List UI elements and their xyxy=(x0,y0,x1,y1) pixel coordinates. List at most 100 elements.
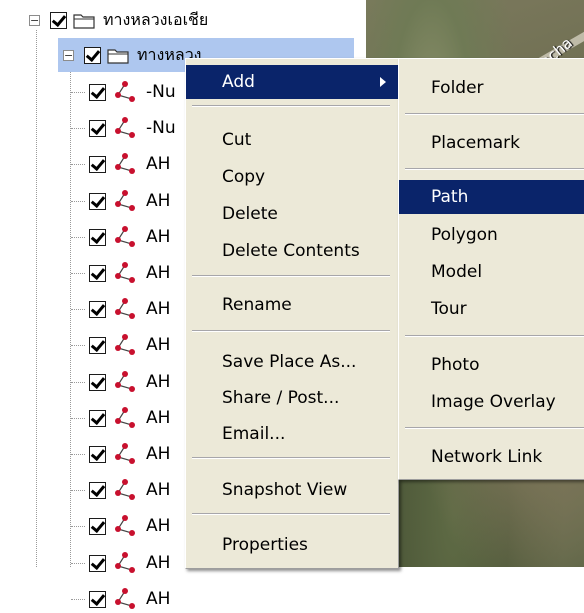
tree-row-path-item[interactable]: -Nu xyxy=(89,114,176,142)
tree-item-label: AH xyxy=(146,299,171,319)
tree-guide-line xyxy=(71,128,85,129)
menu-item-properties[interactable]: Properties xyxy=(186,528,398,562)
tree-row-path-item[interactable]: AH xyxy=(89,223,170,251)
path-icon xyxy=(115,443,135,464)
tree-guide-line xyxy=(71,382,85,383)
tree-guide-line xyxy=(71,237,85,238)
checkbox-checked-icon[interactable] xyxy=(89,409,106,427)
menu-item-cut[interactable]: Cut xyxy=(186,123,398,157)
tree-item-label: AH xyxy=(146,444,171,464)
submenu-item-network-link[interactable]: Network Link xyxy=(399,440,584,474)
tree-row-path-item[interactable]: AH xyxy=(89,512,170,540)
menu-separator xyxy=(405,113,584,115)
context-menu[interactable]: Add Cut Copy Delete Delete Contents Rena… xyxy=(185,58,399,569)
checkbox-checked-icon[interactable] xyxy=(89,481,106,499)
tree-item-label: AH xyxy=(146,335,171,355)
menu-item-copy[interactable]: Copy xyxy=(186,160,398,194)
checkbox-checked-icon[interactable] xyxy=(89,228,106,246)
path-icon xyxy=(115,334,135,355)
menu-separator xyxy=(405,168,584,170)
tree-item-label: AH xyxy=(146,191,171,211)
tree-row-path-item[interactable]: AH xyxy=(89,368,170,396)
checkbox-checked-icon[interactable] xyxy=(89,264,106,282)
tree-item-label: AH xyxy=(146,408,171,428)
checkbox-checked-icon[interactable] xyxy=(89,192,106,210)
submenu-item-folder[interactable]: Folder xyxy=(399,71,584,105)
menu-item-label: Add xyxy=(222,72,255,92)
chevron-right-icon xyxy=(380,77,386,87)
checkbox-checked-icon[interactable] xyxy=(89,83,106,101)
checkbox-checked-icon[interactable] xyxy=(89,590,106,608)
path-icon xyxy=(115,81,135,102)
menu-separator xyxy=(405,335,584,337)
tree-row-path-item[interactable]: AH xyxy=(89,549,170,577)
tree-item-label: AH xyxy=(146,589,171,609)
folder-icon xyxy=(73,14,95,29)
tree-row-root[interactable]: − ทางหลวงเอเชีย xyxy=(29,6,208,34)
checkbox-checked-icon[interactable] xyxy=(89,554,106,572)
checkbox-checked-icon[interactable] xyxy=(89,300,106,318)
tree-guide-line xyxy=(71,164,85,165)
tree-row-selected[interactable]: − ทางหลวง xyxy=(63,41,202,69)
tree-row-path-item[interactable]: AH xyxy=(89,187,170,215)
tree-row-path-item[interactable]: AH xyxy=(89,259,170,287)
tree-item-label: -Nu xyxy=(146,118,176,138)
tree-guide-line xyxy=(70,62,71,567)
tree-guide-line xyxy=(71,418,85,419)
checkbox-checked-icon[interactable] xyxy=(89,373,106,391)
tree-item-label: -Nu xyxy=(146,82,176,102)
add-submenu[interactable]: Folder Placemark Path Polygon Model Tour… xyxy=(398,58,584,480)
tree-row-path-item[interactable]: AH xyxy=(89,476,170,504)
submenu-item-image-overlay[interactable]: Image Overlay xyxy=(399,385,584,419)
folder-icon xyxy=(107,49,129,64)
tree-item-label: AH xyxy=(146,227,171,247)
menu-item-delete[interactable]: Delete xyxy=(186,197,398,231)
path-icon xyxy=(115,407,135,428)
tree-guide-line xyxy=(71,309,85,310)
checkbox-checked-icon[interactable] xyxy=(89,517,106,535)
tree-item-label: AH xyxy=(146,154,171,174)
tree-row-path-item[interactable]: AH xyxy=(89,440,170,468)
submenu-item-polygon[interactable]: Polygon xyxy=(399,218,584,252)
path-icon xyxy=(115,117,135,138)
tree-item-label: AH xyxy=(146,480,171,500)
menu-item-rename[interactable]: Rename xyxy=(186,288,398,322)
tree-row-path-item[interactable]: AH xyxy=(89,585,170,613)
checkbox-checked-icon[interactable] xyxy=(89,119,106,137)
submenu-item-path[interactable]: Path xyxy=(399,180,584,214)
path-icon xyxy=(115,479,135,500)
checkbox-checked-icon[interactable] xyxy=(50,11,67,29)
menu-item-share-post[interactable]: Share / Post... xyxy=(186,381,398,415)
menu-item-snapshot-view[interactable]: Snapshot View xyxy=(186,473,398,507)
menu-separator xyxy=(192,457,390,459)
menu-separator xyxy=(192,513,390,515)
tree-guide-line xyxy=(71,454,85,455)
menu-separator xyxy=(192,330,390,332)
menu-item-add[interactable]: Add xyxy=(186,65,398,99)
menu-item-email[interactable]: Email... xyxy=(186,417,398,451)
submenu-item-tour[interactable]: Tour xyxy=(399,292,584,326)
path-icon xyxy=(115,371,135,392)
collapse-toggle[interactable]: − xyxy=(29,14,40,26)
menu-item-save-place-as[interactable]: Save Place As... xyxy=(186,345,398,379)
path-icon xyxy=(115,298,135,319)
tree-row-path-item[interactable]: AH xyxy=(89,331,170,359)
tree-row-path-item[interactable]: AH xyxy=(89,150,170,178)
tree-item-label: AH xyxy=(146,263,171,283)
tree-row-path-item[interactable]: -Nu xyxy=(89,78,176,106)
checkbox-checked-icon[interactable] xyxy=(89,336,106,354)
submenu-item-photo[interactable]: Photo xyxy=(399,348,584,382)
submenu-item-model[interactable]: Model xyxy=(399,255,584,289)
tree-row-path-item[interactable]: AH xyxy=(89,404,170,432)
menu-separator xyxy=(192,105,390,107)
checkbox-checked-icon[interactable] xyxy=(84,46,101,64)
tree-guide-line xyxy=(71,490,85,491)
checkbox-checked-icon[interactable] xyxy=(89,445,106,463)
checkbox-checked-icon[interactable] xyxy=(89,155,106,173)
tree-row-path-item[interactable]: AH xyxy=(89,295,170,323)
path-icon xyxy=(115,588,135,609)
tree-guide-line xyxy=(71,201,85,202)
submenu-item-placemark[interactable]: Placemark xyxy=(399,126,584,160)
menu-item-delete-contents[interactable]: Delete Contents xyxy=(186,234,398,268)
collapse-toggle[interactable]: − xyxy=(63,49,74,61)
